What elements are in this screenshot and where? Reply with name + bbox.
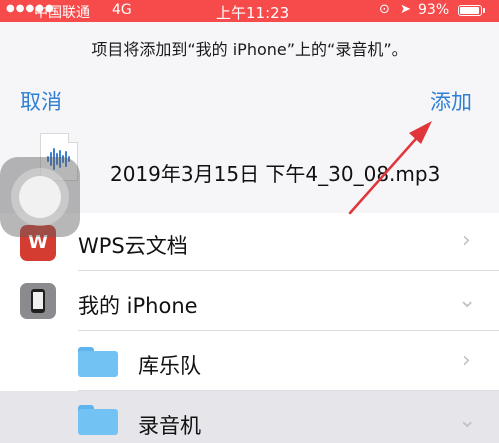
location-label-garageband: 库乐队 — [138, 354, 201, 378]
location-row-recorder[interactable] — [0, 391, 499, 443]
destination-message: 项目将添加到“我的 iPhone”上的“录音机”。 — [91, 40, 408, 59]
chevron-right-icon: › — [462, 348, 471, 373]
chevron-down-icon: ⌄ — [458, 408, 477, 433]
location-label-iphone: 我的 iPhone — [78, 294, 198, 318]
carrier-name: 中国联通 — [34, 5, 90, 21]
folder-icon — [78, 405, 118, 435]
status-bar: ●●●●● 中国联通 4G 上午11:23 ⊙ ➤ 93% — [0, 0, 499, 22]
status-time: 上午11:23 — [216, 4, 290, 22]
iphone-icon — [20, 283, 56, 319]
network-type: 4G — [112, 2, 132, 18]
location-label-recorder: 录音机 — [138, 414, 201, 438]
rotation-lock-icon: ⊙ — [379, 2, 390, 17]
battery-percent: 93% — [418, 2, 450, 18]
cancel-button[interactable]: 取消 — [20, 86, 62, 116]
battery-tip — [483, 8, 485, 13]
chevron-down-icon: ⌄ — [458, 288, 477, 313]
folder-icon — [78, 347, 118, 377]
location-row-garageband[interactable] — [0, 331, 499, 391]
location-label-wps: WPS云文档 — [78, 234, 188, 258]
assistive-touch-button[interactable] — [0, 157, 80, 237]
add-button[interactable]: 添加 — [430, 86, 472, 116]
chevron-right-icon: › — [462, 228, 471, 253]
file-name: 2019年3月15日 下午4_30_08.mp3 — [110, 162, 441, 186]
location-row-iphone[interactable] — [0, 271, 499, 331]
location-icon: ➤ — [400, 2, 411, 17]
battery-icon — [458, 5, 482, 16]
